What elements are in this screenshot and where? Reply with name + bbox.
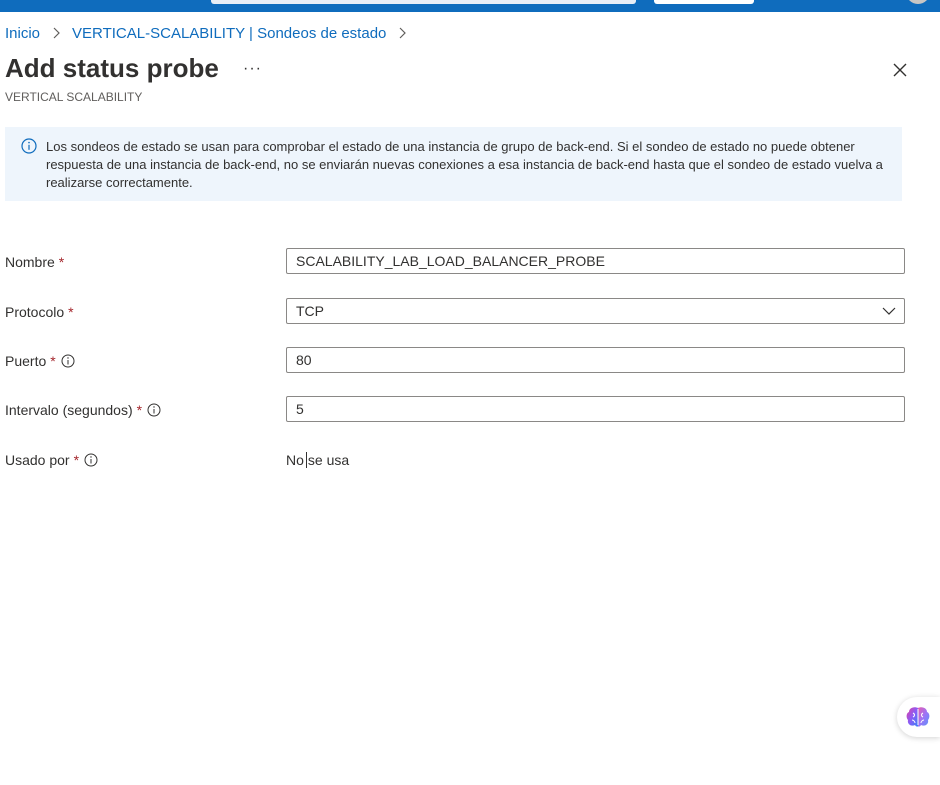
top-bar-button[interactable] [654, 0, 754, 4]
breadcrumb-home-link[interactable]: Inicio [5, 25, 40, 42]
chevron-right-icon [53, 27, 60, 39]
chevron-down-icon [882, 307, 896, 315]
top-bar [0, 0, 940, 12]
info-icon[interactable] [84, 453, 98, 467]
port-label: Puerto * [5, 353, 75, 369]
close-icon[interactable] [890, 60, 910, 80]
assistant-button[interactable] [897, 697, 940, 737]
interval-input[interactable] [286, 396, 905, 422]
required-asterisk: * [68, 304, 74, 320]
used-by-value-end: se usa [307, 452, 350, 468]
info-icon [21, 138, 37, 154]
used-by-label-text: Usado por [5, 452, 70, 468]
info-icon[interactable] [147, 403, 161, 417]
info-text: Los sondeos de estado se usan para compr… [46, 139, 883, 190]
chevron-right-icon [399, 27, 407, 39]
interval-label-text: Intervalo (segundos) [5, 402, 133, 418]
used-by-value: No se usa [286, 452, 349, 468]
used-by-label: Usado por * [5, 452, 98, 468]
required-asterisk: * [50, 353, 56, 369]
protocol-label-text: Protocolo [5, 304, 65, 320]
used-by-value-start: No [286, 452, 304, 468]
text-cursor [305, 452, 307, 468]
protocol-select-value: TCP [296, 303, 324, 319]
info-banner: Los sondeos de estado se usan para compr… [5, 127, 902, 201]
name-input[interactable] [286, 248, 905, 274]
page-title: Add status probe [5, 53, 219, 83]
protocol-select[interactable]: TCP [286, 298, 905, 324]
protocol-label: Protocolo * [5, 304, 74, 320]
global-search-bar[interactable] [211, 0, 636, 4]
page-subtitle: VERTICAL SCALABILITY [5, 90, 143, 104]
more-options-button[interactable]: ··· [243, 60, 262, 78]
port-input[interactable] [286, 347, 905, 373]
required-asterisk: * [136, 402, 143, 418]
port-label-text: Puerto [5, 353, 47, 369]
breadcrumb-probes-link[interactable]: VERTICAL-SCALABILITY | Sondeos de estado [72, 25, 386, 42]
required-asterisk: * [73, 452, 80, 468]
interval-label: Intervalo (segundos) * [5, 402, 161, 418]
info-icon[interactable] [61, 354, 75, 368]
required-asterisk: * [58, 254, 65, 270]
avatar[interactable] [906, 0, 930, 4]
name-label-text: Nombre [5, 254, 55, 270]
name-label: Nombre * [5, 254, 64, 270]
breadcrumb: Inicio VERTICAL-SCALABILITY | Sondeos de… [5, 23, 418, 43]
brain-icon [906, 707, 930, 727]
